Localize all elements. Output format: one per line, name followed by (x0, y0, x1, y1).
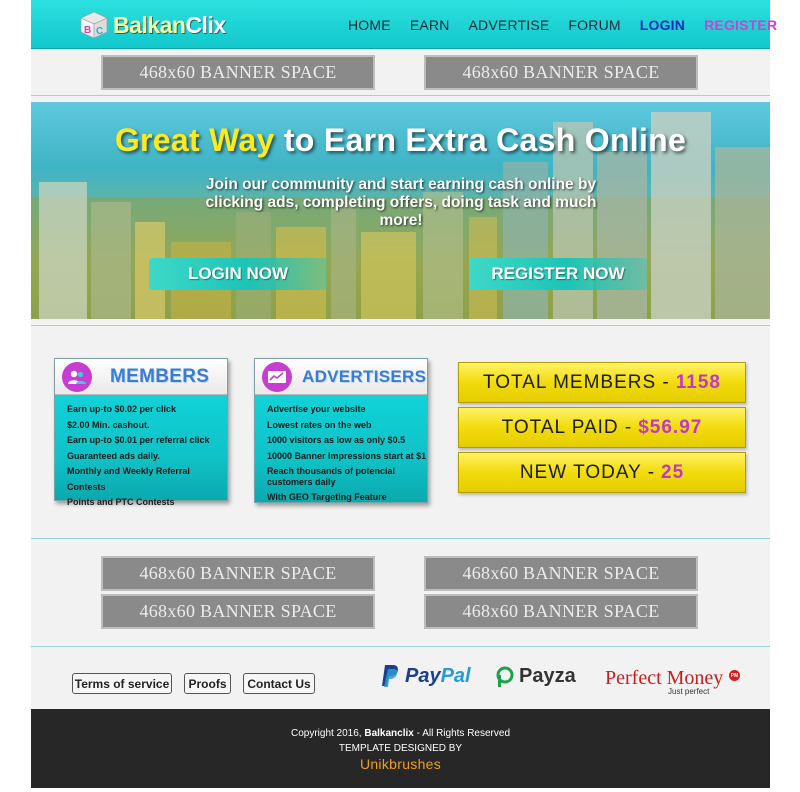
list-item: Earn up-to $0.01 per referral click (67, 435, 210, 445)
divider (31, 325, 770, 326)
site-footer: Copyright 2016, Balkanclix - All Rights … (31, 709, 770, 788)
nav-earn[interactable]: EARN (410, 17, 450, 33)
banner-space[interactable]: 468x60 BANNER SPACE (424, 594, 698, 629)
hero-title-highlight: Great Way (114, 122, 275, 158)
list-item: 1000 visitors as low as only $0.5 (267, 435, 406, 445)
chart-icon (262, 361, 292, 392)
terms-of-service-link[interactable]: Terms of service (72, 673, 172, 694)
members-box-header: MEMBERS (55, 359, 227, 395)
payza-icon (496, 666, 514, 687)
advertisers-box: ADVERTISERS Advertise your website Lowes… (254, 358, 428, 503)
payza-text: Payza (519, 665, 576, 687)
perfect-money-tagline: Just perfect (668, 687, 710, 696)
paypal-text-pay: Pay (405, 664, 441, 687)
list-item: Reach thousands of potencial customers d… (267, 466, 396, 487)
paypal-logo: PayPal (381, 664, 471, 688)
divider (31, 646, 770, 647)
register-now-button[interactable]: REGISTER NOW (469, 258, 647, 290)
stat-label: NEW TODAY - (519, 461, 656, 483)
list-item: Points and PTC Contests (67, 497, 175, 507)
banner-space[interactable]: 468x60 BANNER SPACE (424, 55, 698, 90)
paypal-icon (382, 665, 398, 687)
members-icon (62, 361, 92, 392)
members-box: MEMBERS Earn up-to $0.02 per click $2.00… (54, 358, 228, 507)
page: B C BalkanClix HOME EARN ADVERTISE FORUM… (31, 0, 777, 788)
nav-advertise[interactable]: ADVERTISE (469, 17, 550, 33)
main-nav: HOME EARN ADVERTISE FORUM LOGIN REGISTER (348, 17, 796, 33)
advertisers-box-title: ADVERTISERS (302, 366, 427, 386)
divider (31, 538, 770, 539)
site-logo[interactable]: B C BalkanClix (79, 8, 226, 42)
svg-text:C: C (96, 26, 103, 37)
site-header: B C BalkanClix HOME EARN ADVERTISE FORUM… (31, 0, 777, 49)
copyright-suffix: - All Rights Reserved (413, 728, 511, 739)
stat-label: TOTAL MEMBERS - (483, 371, 670, 393)
copyright-prefix: Copyright 2016, (290, 728, 365, 739)
hero-subtitle: Join our community and start earning cas… (205, 176, 597, 229)
total-members-stat: TOTAL MEMBERS -1158 (458, 362, 746, 403)
advertisers-feature-list: Advertise your website Lowest rates on t… (255, 395, 427, 510)
login-now-button[interactable]: LOGIN NOW (149, 258, 327, 290)
nav-login[interactable]: LOGIN (640, 17, 685, 33)
hero-title-rest: to Earn Extra Cash Online (274, 122, 687, 158)
hero-title: Great Way to Earn Extra Cash Online (31, 122, 770, 159)
logo-text-balkan: Balkan (113, 11, 186, 38)
divider (31, 95, 770, 96)
list-item: 10000 Banner Impressions start at $1 (267, 450, 427, 461)
list-item: Advertise your website (267, 404, 366, 414)
logo-text-clix: Clix (185, 11, 226, 38)
list-item: Lowest rates on the web (267, 419, 372, 430)
logo-cube-icon: B C (79, 10, 109, 40)
list-item: With GEO Targeting Feature (267, 492, 387, 502)
stat-value: 1158 (675, 371, 721, 393)
list-item: Monthly and Weekly Referral Contests (67, 466, 190, 492)
proofs-link[interactable]: Proofs (184, 673, 231, 694)
perfect-money-icon: PM (729, 670, 740, 681)
total-paid-stat: TOTAL PAID - $56.97 (458, 407, 746, 448)
banner-space[interactable]: 468x60 BANNER SPACE (424, 556, 698, 591)
list-item: $2.00 Min. cashout. (67, 419, 150, 430)
contact-us-link[interactable]: Contact Us (243, 673, 315, 694)
designer-link[interactable]: Unikbrushes (31, 756, 770, 772)
stat-label: TOTAL PAID - (501, 416, 633, 438)
paypal-text: PayPal (405, 665, 471, 688)
paypal-text-pal: Pal (440, 664, 471, 687)
copyright-text: Copyright 2016, Balkanclix - All Rights … (31, 728, 770, 739)
nav-register[interactable]: REGISTER (704, 17, 777, 33)
nav-forum[interactable]: FORUM (568, 17, 620, 33)
banner-space[interactable]: 468x60 BANNER SPACE (101, 594, 375, 629)
banner-space[interactable]: 468x60 BANNER SPACE (101, 55, 375, 90)
hero-section: Great Way to Earn Extra Cash Online Join… (31, 102, 770, 319)
svg-text:B: B (84, 25, 91, 36)
designed-by-text: TEMPLATE DESIGNED BY (338, 743, 463, 754)
banner-space[interactable]: 468x60 BANNER SPACE (101, 556, 375, 591)
payza-logo: Payza (495, 665, 576, 688)
nav-home[interactable]: HOME (348, 17, 391, 33)
advertisers-box-header: ADVERTISERS (255, 359, 427, 395)
stat-value: 25 (661, 461, 685, 483)
new-today-stat: NEW TODAY -25 (458, 452, 746, 493)
perfect-money-logo: Perfect Money Just perfect PM (605, 667, 740, 696)
logo-text: BalkanClix (113, 12, 226, 39)
stat-value: $56.97 (638, 416, 703, 438)
members-feature-list: Earn up-to $0.02 per click $2.00 Min. ca… (55, 395, 227, 515)
perfect-money-text: Perfect Money (605, 667, 724, 689)
members-box-title: MEMBERS (110, 365, 210, 387)
list-item: Earn up-to $0.02 per click (67, 404, 177, 414)
copyright-brand: Balkanclix (364, 728, 414, 739)
list-item: Guaranteed ads daily. (67, 450, 160, 461)
